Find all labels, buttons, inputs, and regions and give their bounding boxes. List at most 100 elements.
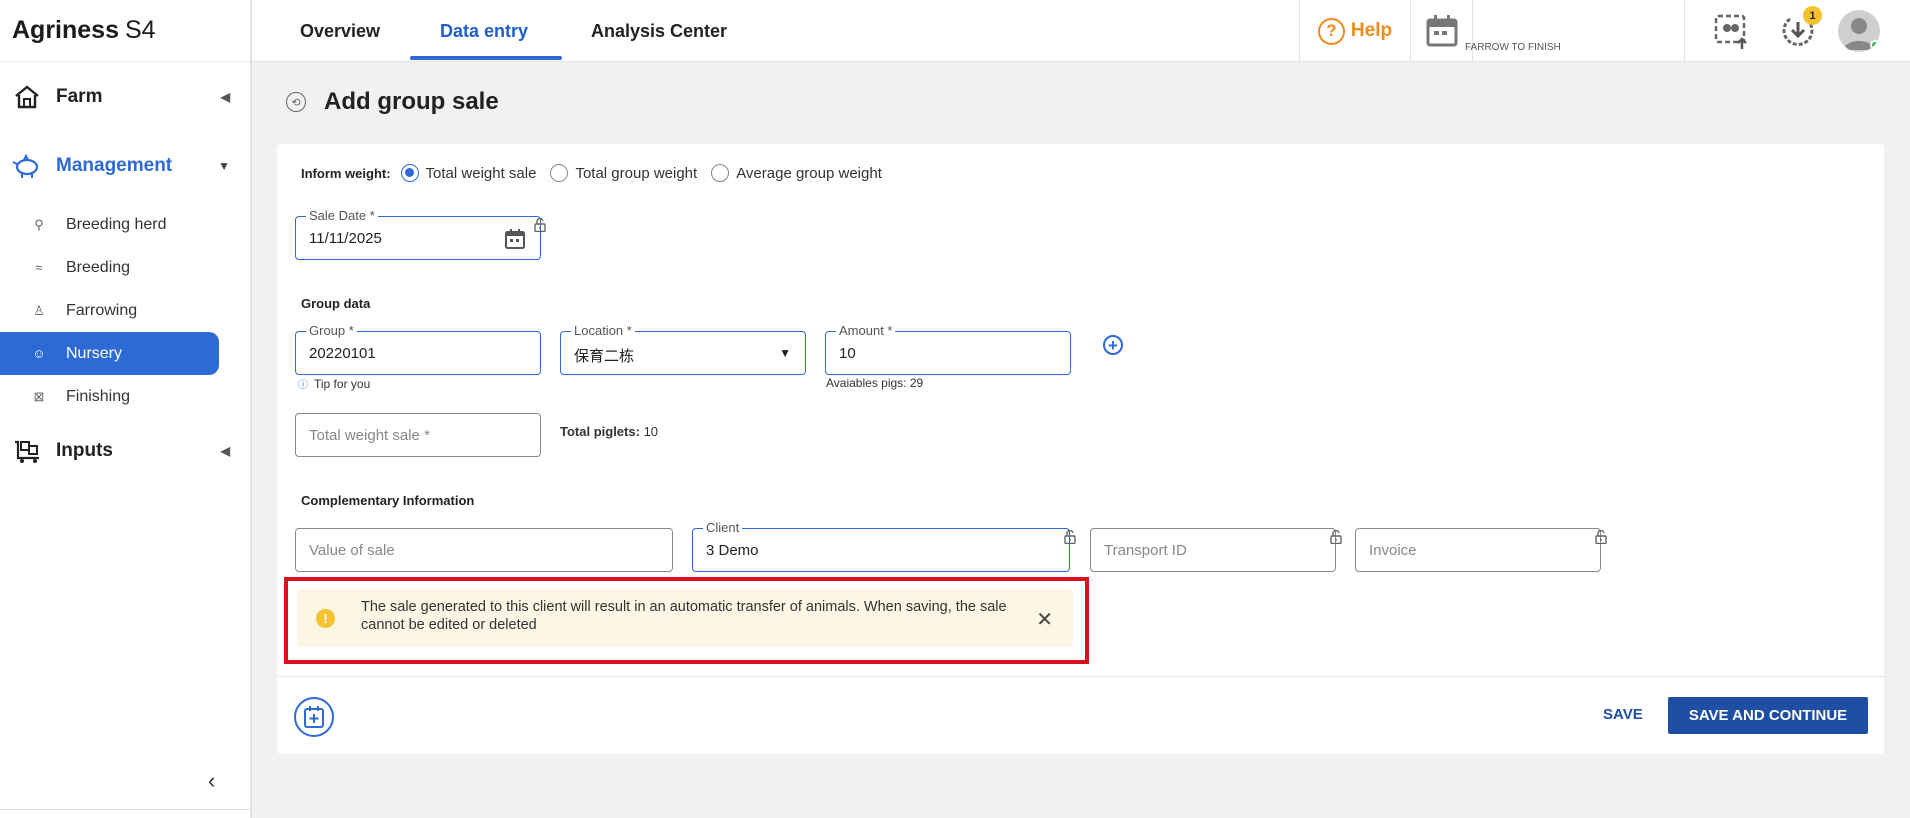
field-placeholder: Transport ID — [1104, 542, 1187, 559]
unlock-icon[interactable] — [1595, 530, 1607, 544]
calendar-icon[interactable] — [504, 228, 526, 250]
close-icon[interactable]: ✕ — [1036, 607, 1053, 632]
caret-left-icon: ◀ — [220, 90, 230, 104]
inform-weight-label: Inform weight: — [301, 165, 391, 181]
client-field[interactable]: Client 3 Demo — [692, 520, 1070, 572]
tab-data-entry[interactable]: Data entry — [440, 0, 528, 62]
save-and-continue-button[interactable]: SAVE AND CONTINUE — [1668, 697, 1868, 734]
add-note-button[interactable] — [294, 697, 334, 737]
complementary-info-title: Complementary Information — [301, 493, 475, 508]
divider — [1684, 0, 1685, 62]
calendar-button[interactable] — [1411, 0, 1473, 62]
radio-unchecked-icon — [550, 164, 569, 182]
available-pigs-hint: Avaiables pigs: 29 — [826, 376, 924, 390]
amount-field[interactable]: Amount * 10 — [825, 323, 1071, 375]
dropdown-arrow-icon: ▼ — [779, 346, 791, 360]
total-piglets-summary: Total piglets: 10 — [560, 424, 659, 439]
notification-badge: 1 — [1803, 6, 1822, 25]
field-value: 保育二栋 — [574, 348, 635, 365]
transport-id-input[interactable]: Transport ID — [1090, 528, 1336, 572]
field-value: 10 — [839, 345, 856, 362]
topbar: Overview Data entry Analysis Center ? He… — [252, 0, 1910, 62]
help-button[interactable]: ? Help — [1299, 0, 1411, 62]
active-tab-indicator — [410, 56, 562, 60]
sidebar-item-breeding[interactable]: ≈ Breeding — [0, 246, 250, 289]
download-notifications-button[interactable]: 1 — [1778, 6, 1822, 52]
farrowing-icon: ♙ — [33, 302, 45, 318]
breeding-icon: ≈ — [35, 260, 43, 275]
upload-report-icon — [1714, 14, 1747, 49]
radio-average-group-weight[interactable]: Average group weight — [711, 164, 882, 182]
calendar-icon — [1426, 15, 1457, 47]
field-value: 11/11/2025 — [309, 230, 382, 247]
field-label: Location * — [571, 323, 635, 338]
alert-message: The sale generated to this client will r… — [361, 599, 1007, 633]
divider — [0, 809, 250, 810]
back-icon[interactable]: ⟲ — [286, 92, 306, 112]
tab-overview[interactable]: Overview — [300, 0, 380, 62]
save-button[interactable]: SAVE — [1603, 706, 1643, 723]
unlock-icon[interactable] — [1330, 530, 1342, 544]
collapse-sidebar-button[interactable]: ‹ — [208, 768, 215, 794]
caret-down-icon: ▼ — [218, 159, 230, 173]
nav-section-management[interactable]: Management ▼ — [0, 131, 250, 201]
invoice-input[interactable]: Invoice — [1355, 528, 1601, 572]
warning-icon: ! — [316, 609, 335, 628]
radio-total-weight-sale[interactable]: Total weight sale — [400, 164, 536, 182]
tab-analysis-center[interactable]: Analysis Center — [591, 0, 727, 62]
field-label: Sale Date * — [306, 208, 378, 223]
page-header: ⟲ Add group sale — [286, 88, 499, 116]
farm-type-label[interactable]: FARROW TO FINISH — [1465, 42, 1561, 53]
field-label: Group * — [306, 323, 357, 338]
value-of-sale-input[interactable]: Value of sale — [295, 528, 673, 572]
info-icon: ⓘ — [298, 380, 308, 391]
user-avatar[interactable] — [1838, 10, 1880, 52]
radio-checked-icon — [400, 164, 419, 182]
sidebar-item-nursery[interactable]: ☺ Nursery — [0, 332, 219, 375]
nav-section-inputs[interactable]: Inputs ◀ — [0, 416, 250, 486]
management-subnav: ⚲ Breeding herd ≈ Breeding ♙ Farrowing ☺ Nur… — [0, 203, 250, 418]
field-label: Amount * — [836, 323, 896, 338]
warning-alert: ! The sale generated to this client will… — [297, 589, 1073, 647]
finishing-icon: ⊠ — [33, 388, 45, 404]
sidebar-item-finishing[interactable]: ⊠ Finishing — [0, 375, 250, 418]
group-sale-form: Inform weight: Total weight sale Total g… — [277, 144, 1884, 754]
divider — [277, 676, 1884, 677]
unlock-icon[interactable] — [534, 218, 546, 232]
upload-report-button[interactable] — [1712, 12, 1752, 52]
sidebar-item-breeding-herd[interactable]: ⚲ Breeding herd — [0, 203, 250, 246]
unlock-icon[interactable] — [1064, 530, 1076, 544]
nav-section-label: Inputs — [56, 440, 113, 461]
plus-icon: + — [1108, 335, 1118, 355]
radio-unchecked-icon — [711, 164, 730, 182]
nav-section-label: Management — [56, 155, 173, 176]
page-title: Add group sale — [324, 88, 499, 115]
breeding-herd-icon: ⚲ — [34, 216, 44, 232]
sidebar: Agriness S4 Farm ◀ Management ▼ ⚲ Breeding… — [0, 0, 252, 818]
farm-house-icon — [12, 82, 42, 112]
group-data-title: Group data — [301, 296, 371, 311]
field-placeholder: Value of sale — [309, 542, 395, 559]
nav-section-farm[interactable]: Farm ◀ — [0, 62, 250, 132]
group-field[interactable]: Group * 20220101 — [295, 323, 541, 375]
online-status-dot — [1870, 40, 1880, 50]
location-select[interactable]: Location * 保育二栋 ▼ — [560, 323, 806, 375]
calendar-plus-icon — [304, 706, 324, 728]
field-value: 20220101 — [309, 345, 376, 362]
field-placeholder: Invoice — [1369, 542, 1417, 559]
field-placeholder: Total weight sale * — [309, 427, 430, 444]
radio-total-group-weight[interactable]: Total group weight — [550, 164, 697, 182]
caret-left-icon: ◀ — [220, 444, 230, 458]
field-value: 3 Demo — [706, 542, 759, 559]
nursery-icon: ☺ — [32, 346, 46, 361]
sale-date-field[interactable]: Sale Date * 11/11/2025 — [295, 208, 541, 260]
brand-logo[interactable]: Agriness S4 — [0, 0, 250, 62]
total-weight-sale-input[interactable]: Total weight sale * — [295, 413, 541, 457]
tip-hint: ⓘ Tip for you — [298, 377, 371, 391]
add-group-button[interactable]: + — [1103, 335, 1123, 355]
nav-section-label: Farm — [56, 86, 103, 107]
help-icon: ? — [1317, 17, 1345, 45]
sidebar-item-farrowing[interactable]: ♙ Farrowing — [0, 289, 250, 332]
inform-weight-group: Inform weight: Total weight sale Total g… — [301, 164, 896, 182]
field-label: Client — [703, 520, 743, 535]
